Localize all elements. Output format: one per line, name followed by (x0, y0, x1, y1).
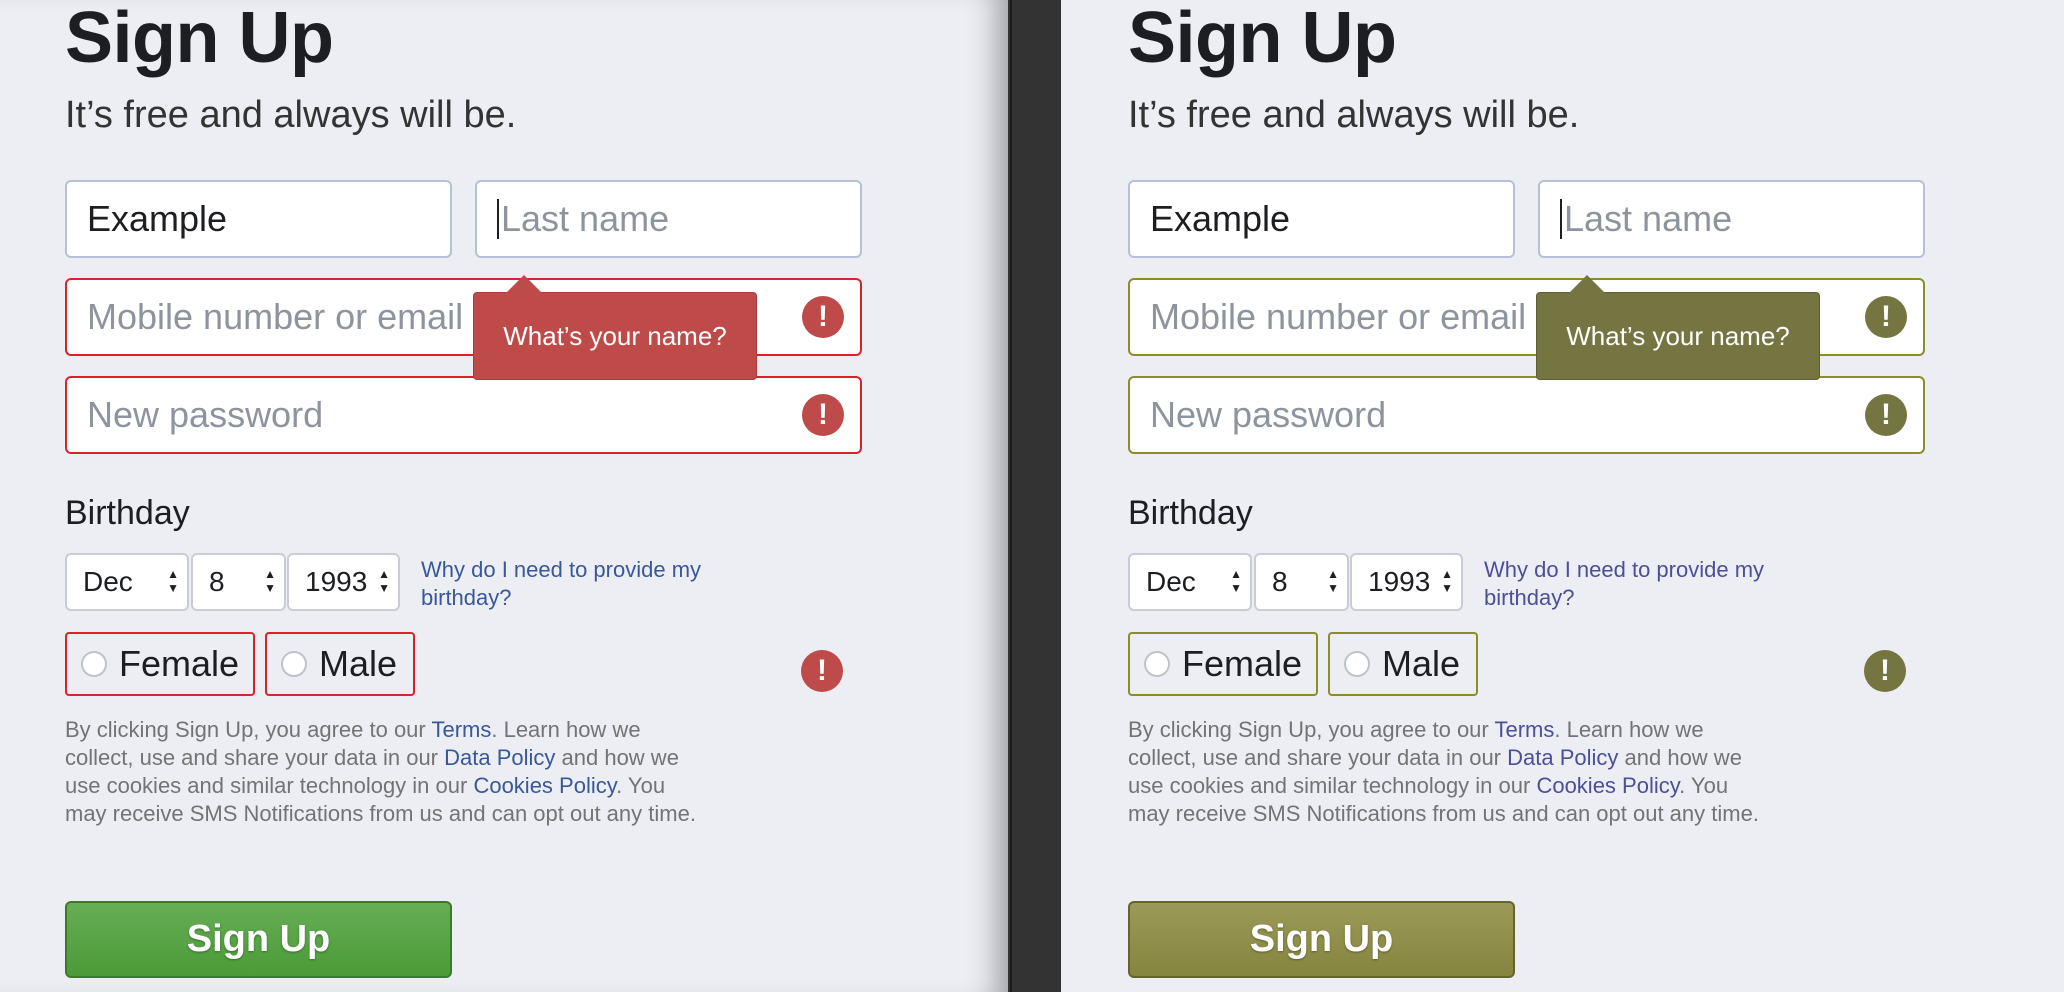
new-password-input[interactable]: New password ! (1128, 376, 1925, 454)
birthday-month-value: Dec (1146, 566, 1196, 597)
select-arrows-icon: ▲ ▼ (378, 567, 390, 595)
last-name-input[interactable]: Last name (1538, 180, 1925, 258)
new-password-placeholder: New password (1150, 394, 1387, 435)
gender-female-option[interactable]: Female (65, 632, 255, 696)
terms-link[interactable]: Terms (431, 717, 491, 742)
mobile-or-email-placeholder: Mobile number or email (1150, 296, 1527, 337)
last-name-placeholder: Last name (1564, 198, 1733, 239)
error-icon: ! (1865, 394, 1907, 436)
page-subtitle: It’s free and always will be. (65, 94, 517, 136)
page-subtitle: It’s free and always will be. (1128, 94, 1580, 136)
text-caret (497, 199, 499, 239)
text-caret (1560, 199, 1562, 239)
page-title: Sign Up (65, 0, 334, 78)
birthday-month-value: Dec (83, 566, 133, 597)
gender-male-option[interactable]: Male (265, 632, 415, 696)
page-title: Sign Up (1128, 0, 1397, 78)
first-name-input[interactable]: Example (1128, 180, 1515, 258)
first-name-value: Example (87, 198, 228, 239)
terms-text-1: By clicking Sign Up, you agree to our (65, 717, 432, 742)
select-arrows-icon: ▲ ▼ (264, 567, 276, 595)
data-policy-link[interactable]: Data Policy (444, 745, 555, 770)
mobile-or-email-placeholder: Mobile number or email (87, 296, 464, 337)
signup-panel-right: Sign Up It’s free and always will be. Ex… (1061, 0, 2064, 992)
radio-female[interactable] (1144, 651, 1170, 677)
terms-text: By clicking Sign Up, you agree to our Te… (1128, 716, 1768, 828)
error-icon: ! (1864, 650, 1906, 692)
gender-male-label: Male (319, 643, 398, 684)
birthday-day-select[interactable]: 8 ▲ ▼ (1254, 553, 1349, 611)
birthday-label: Birthday (65, 494, 190, 532)
why-birthday-link[interactable]: Why do I need to provide my birthday? (1484, 556, 1844, 612)
select-arrows-icon: ▲ ▼ (1327, 567, 1339, 595)
sign-up-button[interactable]: Sign Up (1128, 901, 1515, 978)
birthday-year-select[interactable]: 1993 ▲ ▼ (287, 553, 400, 611)
new-password-input[interactable]: New password ! (65, 376, 862, 454)
last-name-input[interactable]: Last name (475, 180, 862, 258)
radio-female[interactable] (81, 651, 107, 677)
why-birthday-link[interactable]: Why do I need to provide my birthday? (421, 556, 781, 612)
radio-male[interactable] (281, 651, 307, 677)
birthday-day-value: 8 (209, 566, 225, 597)
cookies-policy-link[interactable]: Cookies Policy (1536, 773, 1679, 798)
gender-male-option[interactable]: Male (1328, 632, 1478, 696)
gender-female-option[interactable]: Female (1128, 632, 1318, 696)
error-icon: ! (802, 296, 844, 338)
select-arrows-icon: ▲ ▼ (1441, 567, 1453, 595)
birthday-year-value: 1993 (1368, 566, 1431, 597)
birthday-year-select[interactable]: 1993 ▲ ▼ (1350, 553, 1463, 611)
first-name-value: Example (1150, 198, 1291, 239)
birthday-label: Birthday (1128, 494, 1253, 532)
birthday-month-select[interactable]: Dec ▲ ▼ (1128, 553, 1252, 611)
gender-male-label: Male (1382, 643, 1461, 684)
gender-female-label: Female (1181, 643, 1302, 684)
birthday-day-value: 8 (1272, 566, 1288, 597)
error-tooltip: What’s your name? (1536, 275, 1820, 380)
error-tooltip: What’s your name? (473, 275, 757, 380)
new-password-placeholder: New password (87, 394, 324, 435)
error-icon: ! (801, 650, 843, 692)
sign-up-button[interactable]: Sign Up (65, 901, 452, 978)
birthday-month-select[interactable]: Dec ▲ ▼ (65, 553, 189, 611)
select-arrows-icon: ▲ ▼ (167, 567, 179, 595)
signup-panel-left: Sign Up It’s free and always will be. Ex… (0, 0, 1008, 992)
select-arrows-icon: ▲ ▼ (1230, 567, 1242, 595)
birthday-year-value: 1993 (305, 566, 368, 597)
error-icon: ! (1865, 296, 1907, 338)
data-policy-link[interactable]: Data Policy (1507, 745, 1618, 770)
gender-female-label: Female (118, 643, 239, 684)
radio-male[interactable] (1344, 651, 1370, 677)
panel-divider (1010, 0, 1012, 992)
cookies-policy-link[interactable]: Cookies Policy (473, 773, 616, 798)
terms-text: By clicking Sign Up, you agree to our Te… (65, 716, 705, 828)
first-name-input[interactable]: Example (65, 180, 452, 258)
error-icon: ! (802, 394, 844, 436)
terms-link[interactable]: Terms (1494, 717, 1554, 742)
last-name-placeholder: Last name (501, 198, 670, 239)
terms-text-1: By clicking Sign Up, you agree to our (1128, 717, 1495, 742)
birthday-day-select[interactable]: 8 ▲ ▼ (191, 553, 286, 611)
